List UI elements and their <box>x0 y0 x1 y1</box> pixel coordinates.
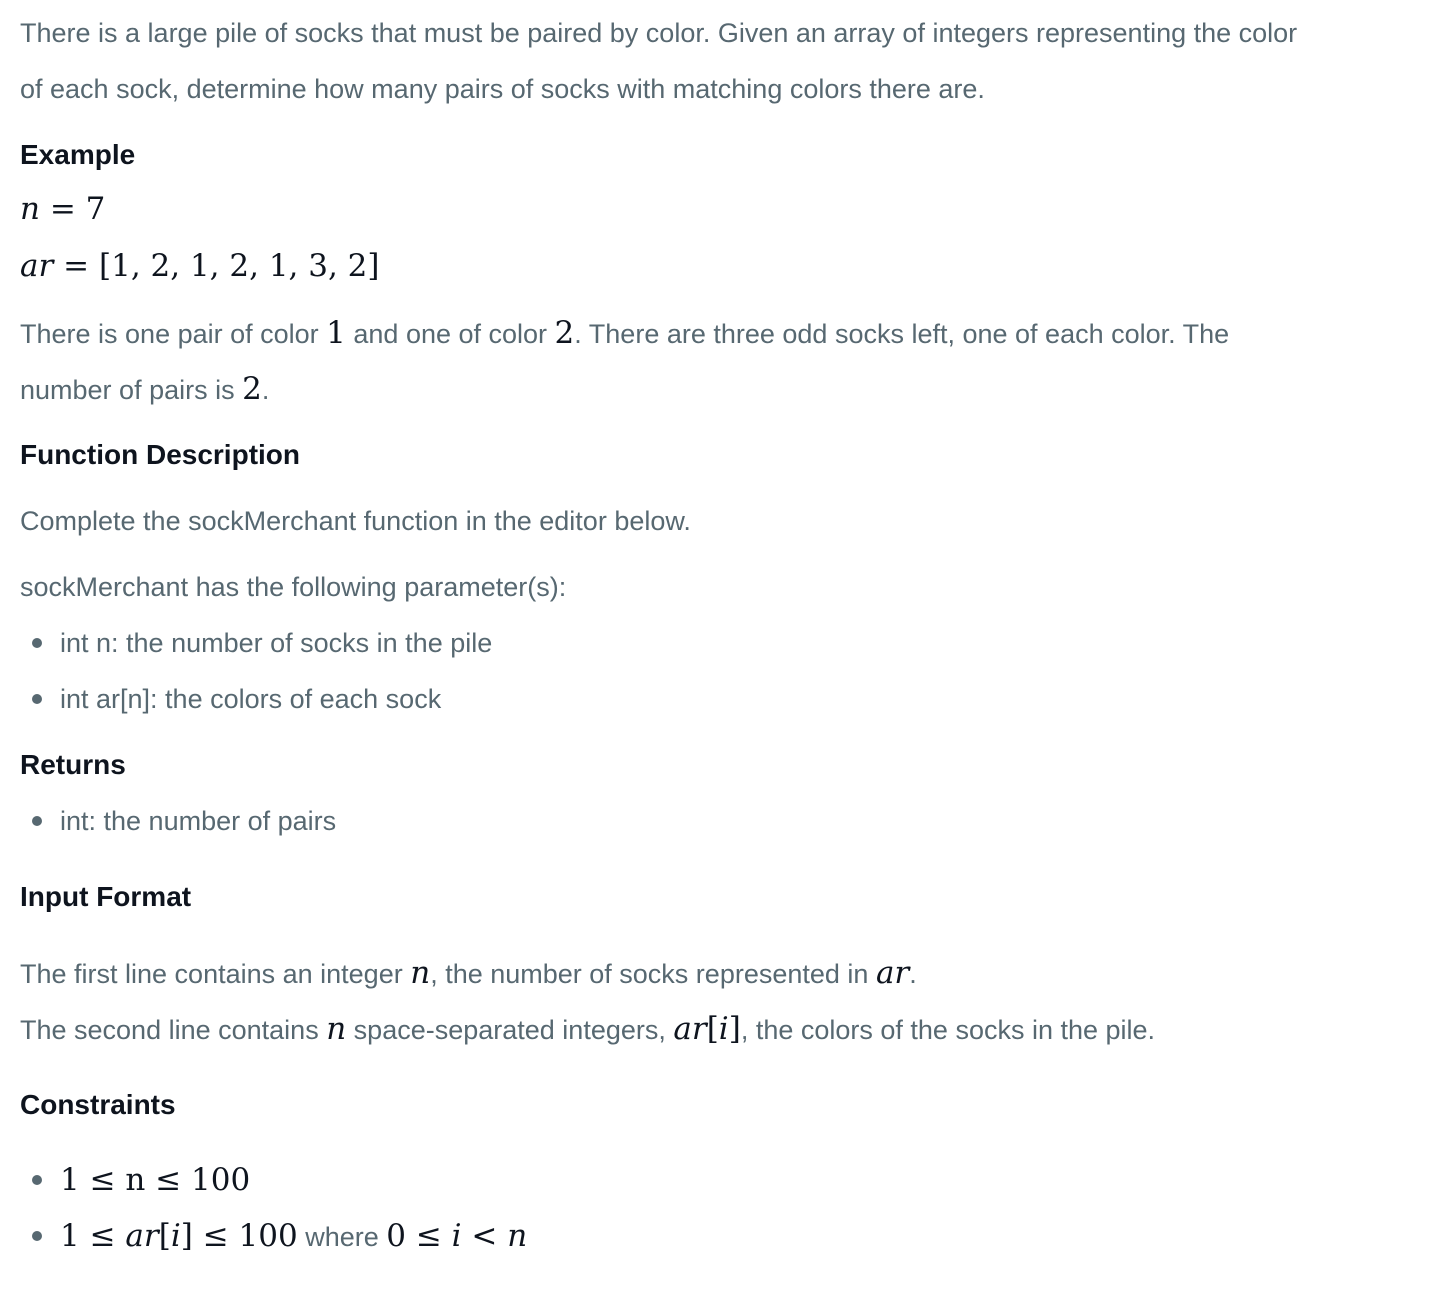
math-part: 0 ≤ <box>386 1218 452 1254</box>
params-intro-text: sockMerchant has the following parameter… <box>20 572 567 602</box>
constraint-math-1: 1 ≤ n ≤ 100 <box>60 1162 251 1198</box>
function-complete-text: Complete the sockMerchant function in th… <box>20 506 691 536</box>
input-text: space-separated integers, <box>346 1015 674 1045</box>
explain-text: . There are three odd socks left, one of… <box>574 319 1230 349</box>
ar-value: [1, 2, 1, 2, 1, 3, 2] <box>99 248 380 284</box>
ar-variable: ar <box>20 248 54 284</box>
returns-text: int: the number of pairs <box>60 806 337 836</box>
bullet-icon <box>32 1175 42 1185</box>
n-equals: = <box>39 191 86 227</box>
input-math-n: n <box>410 955 431 991</box>
input-text: The second line contains <box>20 1015 327 1045</box>
bullet-icon <box>32 1231 42 1241</box>
constraint-math-3: 0 ≤ i < n <box>386 1218 527 1254</box>
ar-equals: = <box>53 248 99 284</box>
explain-text: There is one pair of color <box>20 319 327 349</box>
example-n-equation: n = 7 <box>20 189 105 229</box>
intro-line-1: There is a large pile of socks that must… <box>20 18 1298 48</box>
math-part: i <box>718 1011 729 1047</box>
explain-math-2: 2 <box>554 315 575 351</box>
input-text: , the colors of the socks in the pile. <box>740 1015 1156 1045</box>
n-variable: n <box>20 191 40 227</box>
input-text: The first line contains an integer <box>20 959 411 989</box>
example-explanation-line-2: number of pairs is 2. <box>20 369 269 409</box>
constraints-heading: Constraints <box>20 1089 176 1120</box>
math-part: ] ≤ 100 <box>180 1218 298 1254</box>
math-part: i <box>451 1218 462 1254</box>
param-text: int ar[n]: the colors of each sock <box>60 684 442 714</box>
bullet-icon <box>32 816 42 826</box>
input-format-line-1: The first line contains an integer n, th… <box>20 953 917 993</box>
math-part: < <box>461 1218 508 1254</box>
bullet-icon <box>32 694 42 704</box>
returns-heading: Returns <box>20 749 126 780</box>
explain-text: . <box>261 375 270 405</box>
math-part: ar <box>125 1218 159 1254</box>
function-description-heading: Function Description <box>20 439 300 470</box>
math-part: ] <box>728 1011 741 1047</box>
input-format-line-2: The second line contains n space-separat… <box>20 1009 1155 1049</box>
math-part: [ <box>158 1218 171 1254</box>
example-explanation-line-1: There is one pair of color 1 and one of … <box>20 313 1229 353</box>
math-part: [ <box>706 1011 719 1047</box>
math-part: ar <box>673 1011 707 1047</box>
input-math-n: n <box>326 1011 347 1047</box>
explain-text: number of pairs is <box>20 375 243 405</box>
constraint-where-text: where <box>297 1222 387 1252</box>
input-math-ar-i: ar[i] <box>673 1011 740 1047</box>
constraint-2-text: 1 ≤ ar[i] ≤ 100 where 0 ≤ i < n <box>60 1216 527 1257</box>
example-heading: Example <box>20 139 136 170</box>
math-part: 1 ≤ <box>60 1218 126 1254</box>
math-part: i <box>170 1218 181 1254</box>
n-value: 7 <box>85 191 106 227</box>
explain-math-3: 2 <box>242 371 262 407</box>
explain-text: and one of color <box>345 319 555 349</box>
bullet-icon <box>32 638 42 648</box>
example-ar-equation: ar = [1, 2, 1, 2, 1, 3, 2] <box>20 246 380 286</box>
math-part: n <box>507 1218 528 1254</box>
input-text: . <box>909 959 917 989</box>
explain-math-1: 1 <box>326 315 346 351</box>
intro-line-2: of each sock, determine how many pairs o… <box>20 74 985 104</box>
param-text: int n: the number of socks in the pile <box>60 628 493 658</box>
input-math-ar: ar <box>875 955 910 991</box>
constraint-math-2: 1 ≤ ar[i] ≤ 100 <box>60 1218 298 1254</box>
input-format-heading: Input Format <box>20 881 192 912</box>
input-text: , the number of socks represented in <box>430 959 876 989</box>
